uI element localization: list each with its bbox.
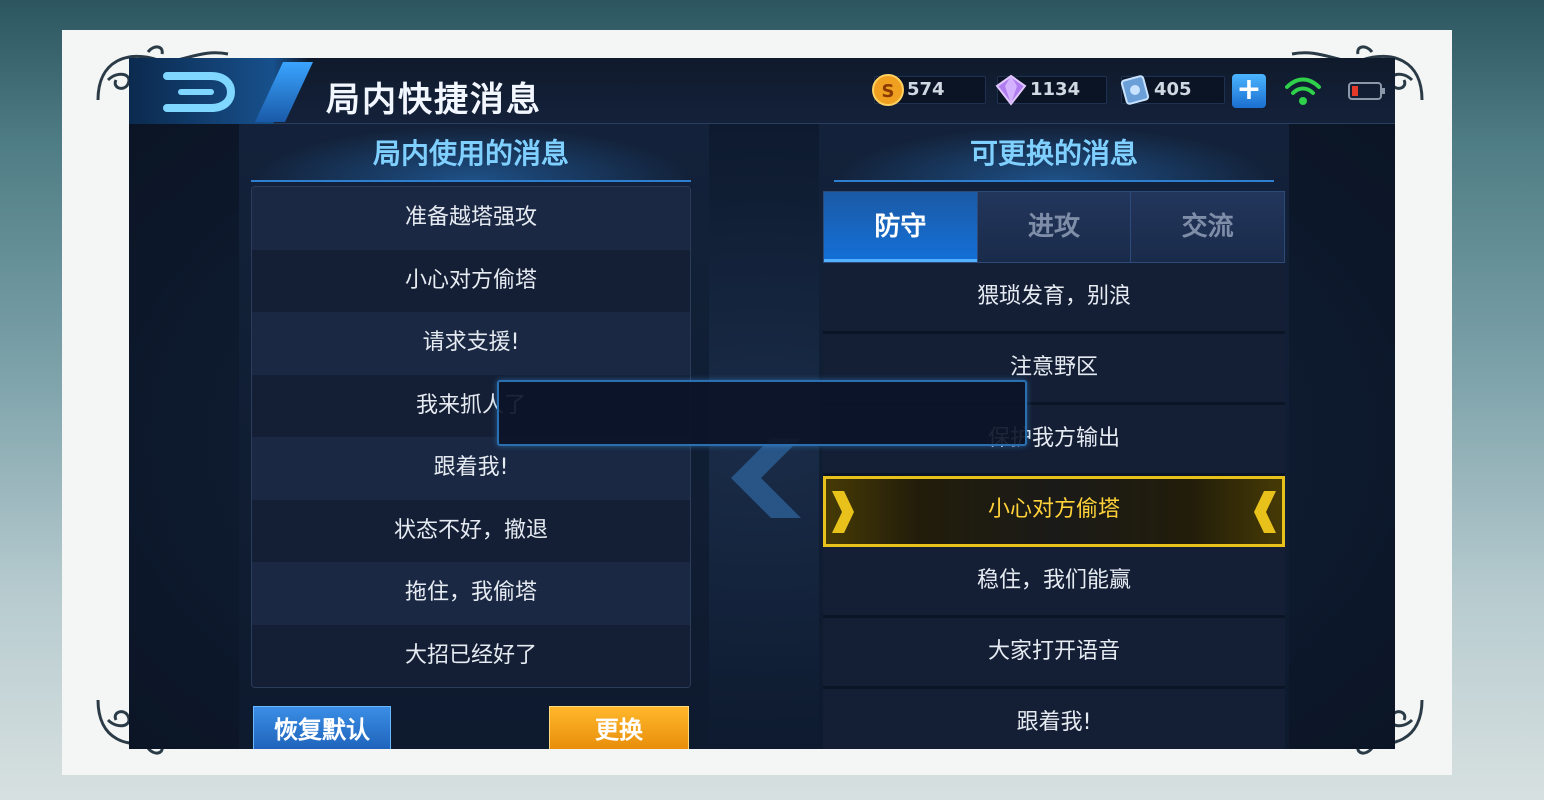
list-item[interactable]: 请求支援!	[252, 312, 690, 375]
list-item[interactable]: 准备越塔强攻	[252, 187, 690, 250]
coupon-icon	[1120, 75, 1150, 105]
selection-left-arrow-icon	[1254, 491, 1276, 533]
category-tabs: 防守 进攻 交流	[823, 191, 1285, 263]
overlay-input-box	[497, 380, 1027, 446]
diamond-icon	[995, 74, 1027, 106]
gold-counter: S 574	[872, 74, 986, 106]
recharge-plus-button[interactable]: +	[1232, 74, 1266, 108]
gold-coin-icon: S	[872, 74, 904, 106]
restore-default-button[interactable]: 恢复默认	[253, 706, 391, 749]
replaceable-messages-list: 猥琐发育，别浪 注意野区 保护我方输出 小心对方偷塔 稳住，我们能赢 大家打开语…	[823, 263, 1285, 749]
list-item[interactable]: 跟着我!	[252, 437, 690, 500]
coupon-counter: 405	[1120, 74, 1225, 106]
battery-icon	[1348, 82, 1385, 100]
selected-item-label: 小心对方偷塔	[987, 497, 1120, 522]
tab-defense[interactable]: 防守	[824, 192, 978, 262]
selected-list-item[interactable]: 小心对方偷塔	[823, 476, 1285, 547]
list-item[interactable]: 猥琐发育，别浪	[823, 263, 1285, 334]
list-item[interactable]: 稳住，我们能赢	[823, 547, 1285, 618]
list-item[interactable]: 小心对方偷塔	[252, 249, 690, 312]
left-panel-title: 局内使用的消息	[251, 126, 691, 182]
list-item[interactable]: 跟着我!	[823, 689, 1285, 749]
game-screen: 局内快捷消息 S 574 1134 405 + 局内使用的消息 准备越塔强攻 小…	[129, 58, 1395, 749]
swap-left-arrow-icon	[731, 438, 801, 518]
diamond-counter: 1134	[995, 74, 1107, 106]
wifi-icon	[1285, 77, 1321, 105]
page-title: 局内快捷消息	[326, 80, 542, 120]
list-item[interactable]: 大招已经好了	[252, 624, 690, 687]
back-arrow-icon	[163, 72, 236, 112]
selection-right-arrow-icon	[832, 491, 854, 533]
tab-attack[interactable]: 进攻	[977, 192, 1132, 262]
change-button[interactable]: 更换	[549, 706, 689, 749]
top-bar: 局内快捷消息 S 574 1134 405 +	[129, 58, 1395, 124]
list-item[interactable]: 状态不好，撤退	[252, 499, 690, 562]
tab-communication[interactable]: 交流	[1131, 192, 1285, 262]
svg-text:S: S	[882, 81, 895, 102]
right-panel-title: 可更换的消息	[834, 126, 1274, 182]
list-item[interactable]: 拖住，我偷塔	[252, 562, 690, 625]
list-item[interactable]: 大家打开语音	[823, 618, 1285, 689]
